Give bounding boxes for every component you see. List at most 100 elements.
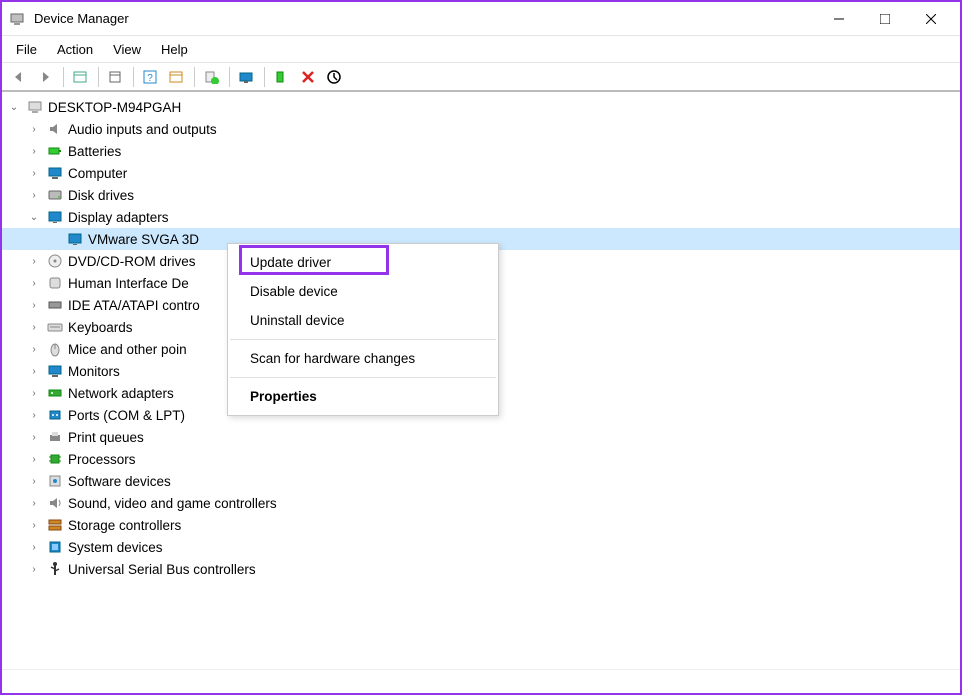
tree-node[interactable]: › Disk drives [2, 184, 960, 206]
expand-icon[interactable]: › [26, 561, 42, 577]
mouse-icon [46, 340, 64, 358]
expand-icon[interactable]: › [26, 253, 42, 269]
system-icon [46, 538, 64, 556]
expand-icon[interactable]: › [26, 341, 42, 357]
storage-icon [46, 516, 64, 534]
expand-icon[interactable]: › [26, 187, 42, 203]
maximize-button[interactable] [862, 4, 908, 34]
expand-icon[interactable]: › [26, 319, 42, 335]
context-menu: Update driver Disable device Uninstall d… [227, 243, 499, 416]
tree-node-label-human-interface-devices: Human Interface De [68, 276, 189, 291]
ide-icon [46, 296, 64, 314]
usb-icon [46, 560, 64, 578]
close-button[interactable] [908, 4, 954, 34]
keyboard-icon [46, 318, 64, 336]
menu-action[interactable]: Action [47, 39, 103, 60]
tree-node[interactable]: › Processors [2, 448, 960, 470]
tree-node-label-ide-ata-atapi-controllers: IDE ATA/ATAPI contro [68, 298, 200, 313]
tree-node-label-keyboards: Keyboards [68, 320, 133, 335]
expand-icon[interactable]: › [26, 473, 42, 489]
ctx-uninstall-device[interactable]: Uninstall device [228, 306, 498, 335]
expand-icon[interactable]: › [26, 275, 42, 291]
scan-hardware-button[interactable] [235, 65, 259, 89]
sound-icon [46, 494, 64, 512]
software-icon [46, 472, 64, 490]
tree-root[interactable]: ⌄ DESKTOP-M94PGAH [2, 96, 960, 118]
menu-view[interactable]: View [103, 39, 151, 60]
tree-node[interactable]: ⌄ Display adapters [2, 206, 960, 228]
collapse-icon[interactable]: ⌄ [6, 99, 22, 115]
tree-node-label-dvd-cd-rom-drives: DVD/CD-ROM drives [68, 254, 196, 269]
expand-icon[interactable]: › [26, 539, 42, 555]
ctx-properties[interactable]: Properties [228, 382, 498, 411]
printer-icon [46, 428, 64, 446]
uninstall-button[interactable] [296, 65, 320, 89]
help-button[interactable]: ? [139, 65, 163, 89]
show-tree-button[interactable] [69, 65, 93, 89]
app-icon [8, 10, 26, 28]
action-button[interactable] [165, 65, 189, 89]
expand-icon[interactable]: › [26, 407, 42, 423]
forward-button[interactable] [34, 65, 58, 89]
expand-icon[interactable]: ⌄ [26, 209, 42, 225]
expand-icon[interactable]: › [26, 517, 42, 533]
dvd-icon [46, 252, 64, 270]
tree-node[interactable]: ›Sound, video and game controllers [2, 492, 960, 514]
tree-node-label-disk-drives: Disk drives [68, 188, 134, 203]
battery-icon [46, 142, 64, 160]
expand-icon[interactable]: › [26, 385, 42, 401]
ctx-disable-device[interactable]: Disable device [228, 277, 498, 306]
tree-node-label-processors: Processors [68, 452, 136, 467]
display-icon [66, 230, 84, 248]
enable-device-button[interactable] [270, 65, 294, 89]
ctx-scan-hardware[interactable]: Scan for hardware changes [228, 344, 498, 373]
hid-icon [46, 274, 64, 292]
menu-help[interactable]: Help [151, 39, 198, 60]
tree-node[interactable]: › Audio inputs and outputs [2, 118, 960, 140]
processor-icon [46, 450, 64, 468]
tree-node[interactable]: › Print queues [2, 426, 960, 448]
tree-node-label-print-queues: Print queues [68, 430, 144, 445]
back-button[interactable] [8, 65, 32, 89]
tree-node-label-universal-serial-bus-controllers: Universal Serial Bus controllers [68, 562, 256, 577]
tree-root-label: DESKTOP-M94PGAH [48, 100, 181, 115]
network-icon [46, 384, 64, 402]
tree-node-label-monitors: Monitors [68, 364, 120, 379]
tree-node[interactable]: › Batteries [2, 140, 960, 162]
expand-icon[interactable]: › [26, 143, 42, 159]
menubar: File Action View Help [2, 36, 960, 62]
monitor-icon [46, 362, 64, 380]
tree-node-label-system-devices: System devices [68, 540, 163, 555]
window-titlebar: Device Manager [2, 2, 960, 36]
expand-icon[interactable]: › [26, 429, 42, 445]
tree-node[interactable]: ›Storage controllers [2, 514, 960, 536]
expand-icon[interactable]: › [26, 495, 42, 511]
context-menu-separator [230, 339, 496, 340]
context-menu-separator [230, 377, 496, 378]
tree-node-label-batteries: Batteries [68, 144, 121, 159]
window-controls [816, 4, 954, 34]
expand-icon[interactable]: › [26, 363, 42, 379]
tree-node[interactable]: › Software devices [2, 470, 960, 492]
menu-file[interactable]: File [6, 39, 47, 60]
statusbar: Launches the Update Driver Wizard for th… [2, 669, 960, 693]
expand-icon[interactable]: › [26, 165, 42, 181]
tree-node[interactable]: ›Computer [2, 162, 960, 184]
tree-node-label-mice-and-other-pointing-devices: Mice and other poin [68, 342, 187, 357]
expand-icon[interactable]: › [26, 297, 42, 313]
expand-icon[interactable]: › [26, 121, 42, 137]
tree-node-label-audio-inputs-and-outputs: Audio inputs and outputs [68, 122, 217, 137]
tree-node[interactable]: › Universal Serial Bus controllers [2, 558, 960, 580]
minimize-button[interactable] [816, 4, 862, 34]
toolbar: ? [2, 62, 960, 92]
tree-node-label-display-adapters: Display adapters [68, 210, 169, 225]
tree-device-label: VMware SVGA 3D [88, 232, 199, 247]
tree-node[interactable]: › System devices [2, 536, 960, 558]
disable-device-button[interactable] [322, 65, 346, 89]
expand-icon[interactable]: › [26, 451, 42, 467]
update-driver-button[interactable] [200, 65, 224, 89]
svg-text:?: ? [147, 73, 153, 84]
properties-button[interactable] [104, 65, 128, 89]
tree-node-label-software-devices: Software devices [68, 474, 171, 489]
ctx-update-driver[interactable]: Update driver [228, 248, 498, 277]
